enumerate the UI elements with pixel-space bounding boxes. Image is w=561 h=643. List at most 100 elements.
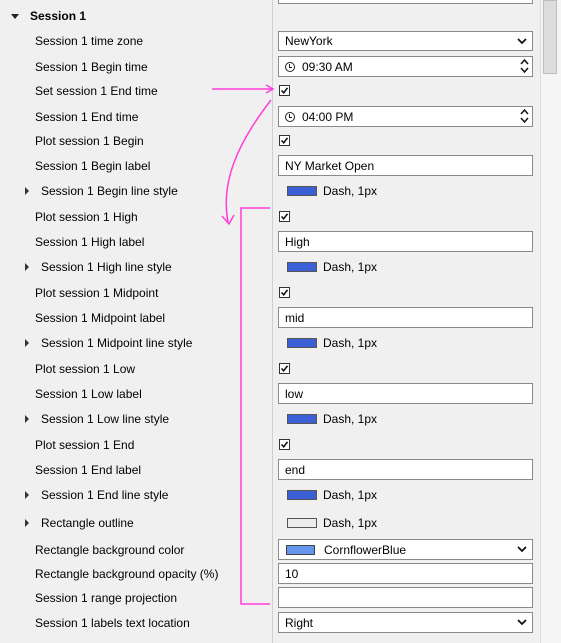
- row-high-line-style[interactable]: Session 1 High line style Dash, 1px: [0, 257, 540, 277]
- rectangle-background-opacity-label: Rectangle background opacity (%): [35, 566, 219, 581]
- scrollbar-thumb[interactable]: [543, 0, 557, 74]
- background-color-value: CornflowerBlue: [324, 542, 407, 557]
- high-label-input[interactable]: High: [278, 231, 533, 252]
- row-low-line-style[interactable]: Session 1 Low line style Dash, 1px: [0, 409, 540, 429]
- row-range-projection: Session 1 range projection: [0, 587, 540, 608]
- line-color-swatch: [287, 414, 317, 424]
- midpoint-label-value: mid: [285, 310, 305, 325]
- checkmark-icon: [280, 289, 289, 297]
- row-high-label: Session 1 High label High: [0, 231, 540, 252]
- vertical-scrollbar[interactable]: [540, 0, 561, 643]
- plot-midpoint-label: Plot session 1 Midpoint: [35, 286, 159, 300]
- plot-begin-checkbox[interactable]: [279, 135, 290, 146]
- set-end-time-label: Set session 1 End time: [35, 84, 158, 98]
- background-color-select[interactable]: CornflowerBlue: [278, 539, 533, 560]
- begin-time-picker[interactable]: 09:30 AM: [278, 56, 533, 77]
- low-line-style-value: Dash, 1px: [323, 412, 378, 426]
- checkmark-icon: [280, 87, 289, 95]
- end-time-value: 04:00 PM: [302, 109, 354, 124]
- expand-triangle-icon[interactable]: [25, 263, 29, 271]
- high-label-value: High: [285, 234, 310, 249]
- end-line-style-label: Session 1 End line style: [41, 488, 169, 502]
- row-rectangle-outline[interactable]: Rectangle outline Dash, 1px: [0, 513, 540, 533]
- end-time-label: Session 1 End time: [35, 109, 139, 124]
- plot-low-label: Plot session 1 Low: [35, 362, 136, 376]
- checkmark-icon: [280, 137, 289, 145]
- row-low-label: Session 1 Low label low: [0, 383, 540, 404]
- rectangle-outline-label: Rectangle outline: [41, 516, 134, 530]
- time-zone-select[interactable]: NewYork: [278, 31, 533, 51]
- midpoint-line-style-label: Session 1 Midpoint line style: [41, 336, 193, 350]
- background-opacity-input[interactable]: 10: [278, 563, 533, 584]
- spinner-arrows-icon[interactable]: [520, 108, 529, 124]
- end-label-value: end: [285, 462, 306, 477]
- low-line-style-label: Session 1 Low line style: [41, 412, 170, 426]
- chevron-down-icon: [517, 38, 527, 45]
- end-time-picker[interactable]: 04:00 PM: [278, 106, 533, 127]
- row-end-line-style[interactable]: Session 1 End line style Dash, 1px: [0, 485, 540, 505]
- midpoint-line-style-value: Dash, 1px: [323, 336, 378, 350]
- low-label-value: low: [285, 386, 304, 401]
- collapse-triangle-icon[interactable]: [11, 14, 19, 19]
- plot-begin-label: Plot session 1 Begin: [35, 134, 144, 148]
- chevron-down-icon: [517, 546, 527, 553]
- midpoint-label-label: Session 1 Midpoint label: [35, 310, 166, 325]
- row-midpoint-line-style[interactable]: Session 1 Midpoint line style Dash, 1px: [0, 333, 540, 353]
- expand-triangle-icon[interactable]: [25, 519, 29, 527]
- begin-time-label: Session 1 Begin time: [35, 59, 148, 74]
- row-plot-high: Plot session 1 High: [0, 207, 540, 227]
- range-projection-label: Session 1 range projection: [35, 590, 178, 605]
- previous-row-input[interactable]: [278, 0, 533, 4]
- time-zone-value: NewYork: [285, 34, 333, 48]
- plot-midpoint-checkbox[interactable]: [279, 287, 290, 298]
- high-label-label: Session 1 High label: [35, 234, 145, 249]
- plot-end-checkbox[interactable]: [279, 439, 290, 450]
- row-plot-end: Plot session 1 End: [0, 435, 540, 455]
- row-plot-midpoint: Plot session 1 Midpoint: [0, 283, 540, 303]
- section-header-session-1[interactable]: Session 1: [0, 6, 540, 26]
- chevron-down-icon: [517, 619, 527, 626]
- rectangle-background-color-label: Rectangle background color: [35, 542, 185, 557]
- time-zone-label: Session 1 time zone: [35, 34, 144, 48]
- rectangle-outline-value: Dash, 1px: [323, 516, 378, 530]
- row-end-time: Session 1 End time 04:00 PM: [0, 106, 540, 127]
- line-color-swatch: [287, 262, 317, 272]
- begin-label-label: Session 1 Begin label: [35, 158, 151, 173]
- labels-location-select[interactable]: Right: [278, 612, 533, 633]
- begin-time-value: 09:30 AM: [302, 59, 353, 74]
- row-begin-time: Session 1 Begin time 09:30 AM: [0, 56, 540, 77]
- begin-label-input[interactable]: NY Market Open: [278, 155, 533, 176]
- high-line-style-label: Session 1 High line style: [41, 260, 172, 274]
- begin-line-style-value: Dash, 1px: [323, 184, 378, 198]
- row-begin-line-style[interactable]: Session 1 Begin line style Dash, 1px: [0, 181, 540, 201]
- section-title: Session 1: [30, 9, 87, 23]
- row-midpoint-label: Session 1 Midpoint label mid: [0, 307, 540, 328]
- background-opacity-value: 10: [285, 566, 299, 581]
- plot-high-checkbox[interactable]: [279, 211, 290, 222]
- high-line-style-value: Dash, 1px: [323, 260, 378, 274]
- row-plot-begin: Plot session 1 Begin: [0, 131, 540, 151]
- expand-triangle-icon[interactable]: [25, 339, 29, 347]
- checkmark-icon: [280, 365, 289, 373]
- row-labels-text-location: Session 1 labels text location Right: [0, 612, 540, 633]
- end-label-input[interactable]: end: [278, 459, 533, 480]
- low-label-input[interactable]: low: [278, 383, 533, 404]
- properties-grid: Session 1 Session 1 time zone NewYork Se…: [0, 0, 540, 643]
- set-end-time-checkbox[interactable]: [279, 85, 290, 96]
- expand-triangle-icon[interactable]: [25, 187, 29, 195]
- clock-icon: [285, 111, 295, 122]
- end-label-label: Session 1 End label: [35, 462, 142, 477]
- row-time-zone: Session 1 time zone NewYork: [0, 31, 540, 51]
- plot-low-checkbox[interactable]: [279, 363, 290, 374]
- low-label-label: Session 1 Low label: [35, 386, 142, 401]
- line-color-swatch: [287, 490, 317, 500]
- expand-triangle-icon[interactable]: [25, 415, 29, 423]
- expand-triangle-icon[interactable]: [25, 491, 29, 499]
- row-end-label: Session 1 End label end: [0, 459, 540, 480]
- midpoint-label-input[interactable]: mid: [278, 307, 533, 328]
- range-projection-input[interactable]: [278, 587, 533, 608]
- labels-location-value: Right: [285, 615, 314, 630]
- line-color-swatch: [287, 186, 317, 196]
- spinner-arrows-icon[interactable]: [520, 58, 529, 74]
- line-color-swatch: [287, 338, 317, 348]
